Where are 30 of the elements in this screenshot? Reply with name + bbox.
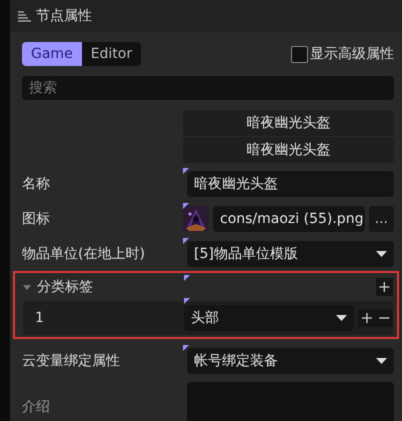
remove-button[interactable]: −	[376, 309, 393, 327]
add-button[interactable]: +	[376, 278, 393, 296]
property-label: 云变量绑定属性	[22, 352, 121, 370]
browse-button[interactable]: ...	[368, 206, 394, 232]
property-label: 图标	[22, 210, 51, 228]
name-field[interactable]: 暗夜幽光头盔	[187, 171, 394, 197]
tab[interactable]: Editor	[82, 42, 142, 66]
search-field[interactable]: 搜索	[22, 76, 394, 100]
header-cell: 暗夜幽光头盔	[183, 137, 394, 163]
property-label: 名称	[22, 175, 51, 193]
select-field[interactable]: 头部	[184, 305, 354, 331]
checkbox-square[interactable]	[291, 46, 308, 62]
select-field[interactable]: 帐号绑定装备	[187, 348, 394, 374]
collapse-icon[interactable]	[23, 284, 31, 290]
add-button[interactable]: +	[358, 309, 376, 327]
property-label[interactable]: 分类标签	[23, 278, 184, 296]
caret-icon	[336, 315, 348, 321]
description-field[interactable]	[187, 382, 394, 421]
property-label: 物品单位(在地上时)	[22, 245, 146, 263]
property-label: 介绍	[22, 398, 51, 416]
menu-icon[interactable]	[18, 10, 31, 22]
select-field[interactable]: [5]物品单位模版	[187, 241, 394, 267]
item-index: 1	[34, 310, 44, 326]
file-path-field[interactable]: cons/maozi (55).png	[213, 206, 365, 232]
header-cell: 暗夜幽光头盔	[183, 110, 394, 136]
tab[interactable]: Game	[22, 42, 82, 66]
advanced-checkbox[interactable]: 显示高级属性	[291, 45, 394, 63]
panel-title: 节点属性	[36, 7, 92, 25]
caret-icon	[376, 251, 387, 257]
caret-icon	[376, 358, 387, 364]
